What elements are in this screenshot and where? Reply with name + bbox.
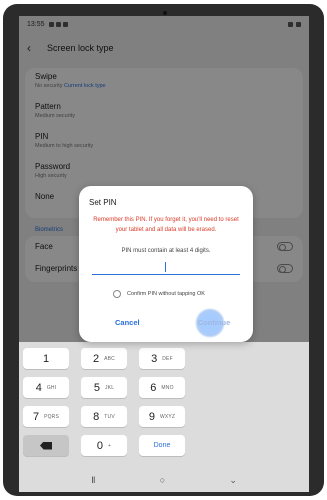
key-letters: WXYZ [159,413,176,420]
done-key[interactable]: Done [139,435,185,456]
key-digit: 5 [93,381,100,394]
backspace-icon [40,441,52,450]
key-4[interactable]: 4 GHI [23,377,69,398]
pin-hint: PIN must contain at least 4 digits. [121,248,211,254]
key-5[interactable]: 5 JKL [81,377,127,398]
screen: 13:55 ‹ Screen lock type Swipe No securi… [19,16,309,492]
done-label: Done [153,442,171,449]
key-0[interactable]: 0 + [81,435,127,456]
cancel-button[interactable]: Cancel [115,318,140,327]
key-letters: PQRS [44,413,60,420]
key-letters: MNO [161,384,174,391]
confirm-without-ok-option[interactable]: Confirm PIN without tapping OK [113,290,205,298]
tablet-frame: 13:55 ‹ Screen lock type Swipe No securi… [3,4,324,496]
numeric-keypad: 1 2 ABC 3 DEF 4 GHI 5 JKL 6 MNO 7 PQRS 8… [19,342,309,468]
key-digit: 9 [148,410,155,423]
confirm-label: Confirm PIN without tapping OK [127,291,205,297]
key-letters: ABC [104,355,115,362]
pin-input[interactable] [92,260,240,275]
dialog-title: Set PIN [89,198,117,207]
home-icon[interactable]: ○ [160,475,165,485]
backspace-key[interactable] [23,435,69,456]
key-7[interactable]: 7 PQRS [23,406,69,427]
key-6[interactable]: 6 MNO [139,377,185,398]
confirm-radio[interactable] [113,290,121,298]
key-letters: GHI [46,384,57,391]
key-letters: DEF [162,355,173,362]
key-digit: 0 [96,439,103,452]
key-8[interactable]: 8 TUV [81,406,127,427]
key-digit: 4 [35,381,42,394]
key-digit: 7 [32,410,40,423]
key-1[interactable]: 1 [23,348,69,369]
set-pin-dialog: Set PIN Remember this PIN. If you forget… [79,186,253,342]
key-9[interactable]: 9 WXYZ [139,406,185,427]
key-digit: 2 [92,352,100,365]
pin-warning: Remember this PIN. If you forget it, you… [93,217,239,233]
key-letters: JKL [104,384,115,391]
key-letters: TUV [104,413,115,420]
text-cursor [165,262,166,272]
continue-button[interactable]: Continue [198,310,231,334]
hide-keyboard-icon[interactable]: ⌄ [229,475,237,486]
key-digit: 1 [42,352,50,365]
camera [163,11,167,15]
recents-icon[interactable]: Ⅱ [91,475,95,486]
key-3[interactable]: 3 DEF [139,348,185,369]
key-letters: + [108,442,112,449]
key-2[interactable]: 2 ABC [81,348,127,369]
key-digit: 8 [93,410,100,423]
key-digit: 6 [150,381,157,394]
navigation-bar: Ⅱ ○ ⌄ [19,468,309,492]
key-digit: 3 [151,352,158,365]
